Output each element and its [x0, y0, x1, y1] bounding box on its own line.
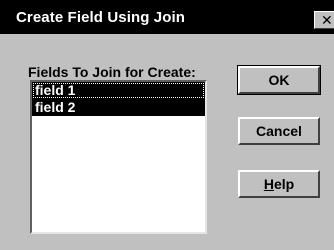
create-field-dialog: Create Field Using Join ✕ Fields To Join…: [0, 0, 334, 250]
ok-button[interactable]: OK: [237, 65, 321, 95]
close-icon: ✕: [321, 12, 333, 28]
list-item-field-2[interactable]: field 2: [32, 99, 205, 116]
list-item-field-1[interactable]: field 1: [32, 82, 205, 99]
title-bar[interactable]: Create Field Using Join ✕: [0, 0, 334, 34]
help-button[interactable]: Help: [238, 170, 320, 198]
fields-list-label: Fields To Join for Create:: [28, 64, 196, 80]
cancel-button[interactable]: Cancel: [238, 117, 320, 145]
window-title: Create Field Using Join: [16, 9, 185, 26]
fields-listbox[interactable]: field 1 field 2: [30, 80, 207, 234]
close-button[interactable]: ✕: [314, 11, 334, 29]
help-label-rest: elp: [273, 176, 295, 192]
help-mnemonic: H: [263, 176, 274, 192]
